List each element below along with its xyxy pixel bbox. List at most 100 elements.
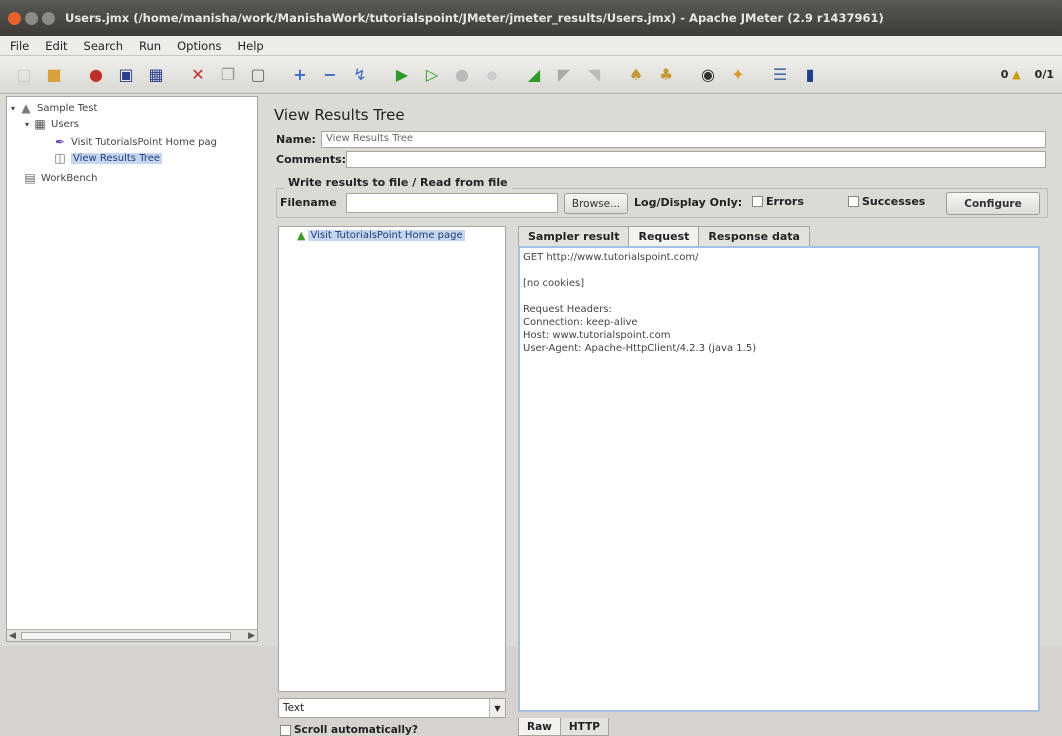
menu-edit[interactable]: Edit [43, 39, 69, 53]
result-item-label: Visit TutorialsPoint Home page [308, 230, 465, 241]
request-line: User-Agent: Apache-HttpClient/4.2.3 (jav… [523, 343, 757, 354]
stop-icon[interactable]: ● [450, 63, 474, 87]
format-tabs: Raw HTTP [518, 718, 609, 736]
configure-button[interactable]: Configure [946, 192, 1040, 215]
tab-raw[interactable]: Raw [518, 718, 561, 736]
filename-input[interactable] [346, 193, 558, 213]
request-line [523, 264, 1035, 277]
toolbar: □ ■ ● ▣ ▦ ✕ ❐ ▢ + − ↯ ▶ ▷ ● ● ◢ ◤ ◥ ♠ ♣ … [0, 56, 1062, 94]
tree-label-selected: View Results Tree [71, 152, 163, 164]
errors-checkbox[interactable]: Errors [752, 195, 804, 208]
thread-count: 0/1 [1034, 68, 1054, 81]
test-plan-tree: ▾ ▲ Sample Test ▾ ▦ Users ✒ Visit Tutori… [6, 96, 258, 642]
close-window-button[interactable] [8, 11, 21, 25]
tree-label: Sample Test [37, 102, 98, 114]
menu-options[interactable]: Options [175, 39, 223, 53]
name-field[interactable]: View Results Tree [321, 131, 1046, 148]
scroll-automatically-checkbox[interactable]: Scroll automatically? [280, 724, 418, 736]
window-title: Users.jmx (/home/manisha/work/ManishaWor… [65, 11, 884, 25]
chevron-down-icon[interactable]: ▼ [489, 699, 505, 717]
new-icon[interactable]: □ [12, 63, 36, 87]
tree-node-sample-test[interactable]: ▾ ▲ Sample Test [11, 101, 97, 115]
copy-icon[interactable]: ❐ [216, 63, 240, 87]
tree-node-workbench[interactable]: ▤ WorkBench [23, 171, 98, 185]
comments-label: Comments: [276, 153, 347, 166]
thread-group-icon: ▦ [34, 117, 46, 131]
tree-node-view-results-tree[interactable]: ◫ View Results Tree [53, 151, 163, 165]
warning-icon: ▲ [1012, 68, 1021, 81]
remote-shutdown-icon[interactable]: ◥ [582, 63, 606, 87]
successes-checkbox-label: Successes [862, 195, 926, 208]
scroll-right-icon[interactable]: ▶ [248, 630, 255, 642]
pipette-icon: ✒ [54, 135, 66, 149]
start-icon[interactable]: ▶ [390, 63, 414, 87]
scroll-checkbox-label: Scroll automatically? [294, 724, 418, 736]
listener-icon: ◫ [54, 151, 66, 165]
success-triangle-icon: ▲ [297, 229, 306, 242]
save-as-icon[interactable]: ▦ [144, 63, 168, 87]
collapse-toggle-icon[interactable]: ▾ [11, 104, 15, 113]
scrollbar-thumb[interactable] [21, 632, 231, 640]
minimize-window-button[interactable] [25, 11, 38, 25]
shutdown-icon[interactable]: ● [480, 63, 504, 87]
save-icon[interactable]: ▣ [114, 63, 138, 87]
scroll-checkbox-box[interactable] [280, 724, 291, 736]
menu-bar: File Edit Search Run Options Help [0, 36, 1062, 56]
remote-start-icon[interactable]: ◢ [522, 63, 546, 87]
maximize-window-button[interactable] [42, 11, 55, 25]
tree-label: WorkBench [41, 172, 98, 184]
open-icon[interactable]: ■ [42, 63, 66, 87]
tree-node-users[interactable]: ▾ ▦ Users [25, 117, 79, 131]
workbench-icon: ▤ [24, 171, 36, 185]
warning-count-value: 0 [1000, 68, 1009, 81]
successes-checkbox-box[interactable] [848, 196, 859, 207]
menu-help[interactable]: Help [235, 39, 265, 53]
request-text-area[interactable]: GET http://www.tutorialspoint.com/ [no c… [518, 246, 1040, 712]
tree-horizontal-scrollbar[interactable]: ◀ ▶ [7, 629, 257, 641]
toggle-icon[interactable]: ↯ [348, 63, 372, 87]
request-line [523, 290, 1035, 303]
renderer-selected-value: Text [283, 702, 305, 714]
menu-file[interactable]: File [8, 39, 31, 53]
tab-sampler-result[interactable]: Sampler result [518, 226, 630, 246]
clear-all-icon[interactable]: ♣ [654, 63, 678, 87]
collapse-toggle-icon[interactable]: ▾ [25, 120, 29, 129]
reset-search-icon[interactable]: ✦ [726, 63, 750, 87]
comments-field[interactable] [346, 151, 1046, 168]
page-title: View Results Tree [274, 106, 405, 124]
tab-response-data[interactable]: Response data [698, 226, 810, 246]
scroll-left-icon[interactable]: ◀ [9, 630, 16, 642]
search-icon[interactable]: ◉ [696, 63, 720, 87]
tab-request[interactable]: Request [628, 226, 700, 246]
result-tabs: Sampler result Request Response data [518, 226, 810, 246]
collapse-icon[interactable]: − [318, 63, 342, 87]
cut-icon[interactable]: ✕ [186, 63, 210, 87]
name-label: Name: [276, 133, 316, 146]
listener-panel: View Results Tree Name: View Results Tre… [266, 96, 1056, 736]
errors-checkbox-box[interactable] [752, 196, 763, 207]
tab-http[interactable]: HTTP [559, 718, 609, 736]
help-icon[interactable]: ▮ [798, 63, 822, 87]
menu-search[interactable]: Search [82, 39, 126, 53]
menu-run[interactable]: Run [137, 39, 163, 53]
result-list: ▲ Visit TutorialsPoint Home page [278, 226, 506, 692]
result-item[interactable]: ▲ Visit TutorialsPoint Home page [297, 229, 465, 242]
flask-icon: ▲ [21, 101, 31, 115]
request-line: [no cookies] [523, 278, 585, 289]
tree-node-sampler[interactable]: ✒ Visit TutorialsPoint Home pag [53, 135, 217, 149]
request-line: GET http://www.tutorialspoint.com/ [523, 252, 699, 263]
expand-icon[interactable]: + [288, 63, 312, 87]
clear-icon[interactable]: ♠ [624, 63, 648, 87]
remote-stop-icon[interactable]: ◤ [552, 63, 576, 87]
templates-icon[interactable]: ● [84, 63, 108, 87]
renderer-select[interactable]: Text ▼ [278, 698, 506, 718]
errors-checkbox-label: Errors [766, 195, 804, 208]
browse-button[interactable]: Browse... [564, 193, 628, 214]
request-line: Request Headers: [523, 304, 612, 315]
successes-checkbox[interactable]: Successes [848, 195, 925, 208]
paste-icon[interactable]: ▢ [246, 63, 270, 87]
start-no-timers-icon[interactable]: ▷ [420, 63, 444, 87]
status-indicators: 0 ▲ 0/1 [1001, 68, 1062, 81]
function-helper-icon[interactable]: ☰ [768, 63, 792, 87]
warning-count[interactable]: 0 ▲ [1001, 68, 1021, 81]
